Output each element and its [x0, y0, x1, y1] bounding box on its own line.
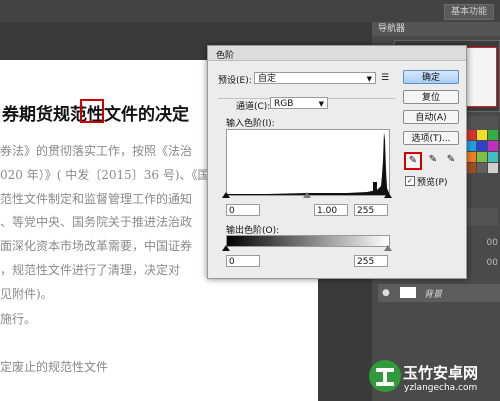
- options-button[interactable]: 选项(T)...: [403, 131, 459, 145]
- workspace-switcher-button[interactable]: 基本功能: [443, 4, 494, 20]
- chevron-down-icon: ▼: [366, 75, 372, 83]
- histogram-graph: [227, 132, 389, 195]
- swatch[interactable]: [477, 152, 487, 162]
- document-line: 020 年）》( 中发〔2015〕36 号)、《国: [0, 168, 210, 182]
- swatch[interactable]: [466, 130, 476, 140]
- swatch[interactable]: [477, 141, 487, 151]
- channel-value: RGB: [274, 99, 294, 109]
- document-line: 券法》的贯彻落实工作，按照《法治: [0, 144, 193, 158]
- swatch[interactable]: [466, 152, 476, 162]
- document-line: ，规范性文件进行了清理，决定对: [0, 263, 181, 277]
- swatch[interactable]: [477, 163, 487, 173]
- dialog-title-bar[interactable]: 色阶: [208, 46, 466, 61]
- swatch[interactable]: [488, 163, 498, 173]
- highlight-box: [80, 99, 104, 123]
- watermark-logo-icon: [369, 360, 401, 392]
- watermark-url: yzlangecha.com: [404, 383, 478, 393]
- gray-eyedropper-icon[interactable]: ✎: [426, 153, 440, 167]
- reset-button[interactable]: 复位: [403, 90, 459, 104]
- swatch[interactable]: [488, 130, 498, 140]
- input-white-field[interactable]: 255: [354, 204, 388, 216]
- preset-value: 自定: [258, 74, 277, 84]
- layer-row-background[interactable]: ● 背景: [378, 284, 500, 302]
- preset-select[interactable]: 自定 ▼: [254, 72, 376, 84]
- swatch[interactable]: [466, 141, 476, 151]
- input-gamma-field[interactable]: 1.00: [314, 204, 348, 216]
- black-eyedropper-icon[interactable]: ✎: [404, 152, 422, 170]
- opacity-value: 00: [486, 238, 498, 248]
- preset-label: 预设(E):: [218, 76, 252, 86]
- output-black-field[interactable]: 0: [226, 255, 260, 267]
- channel-label: 通道(C):: [236, 102, 271, 112]
- photoshop-window: 基本功能 券期货规范性文件的决定 券法》的贯彻落实工作，按照《法治 020 年）…: [0, 0, 500, 401]
- swatch[interactable]: [466, 163, 476, 173]
- input-white-handle[interactable]: [384, 192, 392, 198]
- channel-select[interactable]: RGB ▼: [270, 97, 328, 109]
- chevron-down-icon: ▼: [318, 100, 324, 108]
- output-gradient: [226, 235, 390, 247]
- preview-checkbox[interactable]: ✓: [405, 176, 415, 186]
- output-white-field[interactable]: 255: [354, 255, 388, 267]
- histogram: [226, 129, 390, 196]
- top-bar: 基本功能: [0, 0, 500, 22]
- white-eyedropper-icon[interactable]: ✎: [444, 153, 458, 167]
- document-line: 见附件)。: [0, 287, 53, 301]
- auto-button[interactable]: 自动(A): [403, 110, 459, 124]
- input-levels-label: 输入色阶(I):: [226, 119, 275, 129]
- input-black-field[interactable]: 0: [226, 204, 260, 216]
- swatch[interactable]: [477, 130, 487, 140]
- document-line: 施行。: [0, 312, 37, 326]
- eye-icon[interactable]: ●: [382, 288, 390, 298]
- document-line: 、等党中央、国务院关于推进法治政: [0, 215, 193, 229]
- preview-label: 预览(P): [417, 178, 448, 188]
- output-white-handle[interactable]: [384, 245, 392, 251]
- watermark-title: 玉竹安卓网: [403, 364, 479, 382]
- document-line: 范性文件制定和监督管理工作的通知: [0, 192, 193, 206]
- swatch[interactable]: [488, 152, 498, 162]
- navigator-tab[interactable]: 导航器: [372, 22, 500, 36]
- preset-options-icon[interactable]: ☰: [381, 73, 389, 83]
- layer-name: 背景: [424, 290, 443, 300]
- output-black-handle[interactable]: [222, 245, 230, 251]
- swatch[interactable]: [488, 141, 498, 151]
- levels-dialog: 色阶 预设(E): 自定 ▼ ☰ 通道(C): RGB ▼ 输入色阶(I): 0…: [207, 45, 467, 279]
- layer-thumbnail: [400, 287, 416, 298]
- document-line: 定废止的规范性文件: [0, 360, 109, 374]
- swatches-panel[interactable]: [466, 130, 500, 200]
- input-gamma-handle[interactable]: [303, 192, 311, 198]
- input-slider[interactable]: [222, 192, 392, 198]
- fill-value: 00: [486, 258, 498, 268]
- dialog-title: 色阶: [216, 51, 235, 61]
- ok-button[interactable]: 确定: [403, 70, 459, 84]
- document-line: 面深化资本市场改革需要，中国证券: [0, 239, 193, 253]
- input-black-handle[interactable]: [222, 192, 230, 198]
